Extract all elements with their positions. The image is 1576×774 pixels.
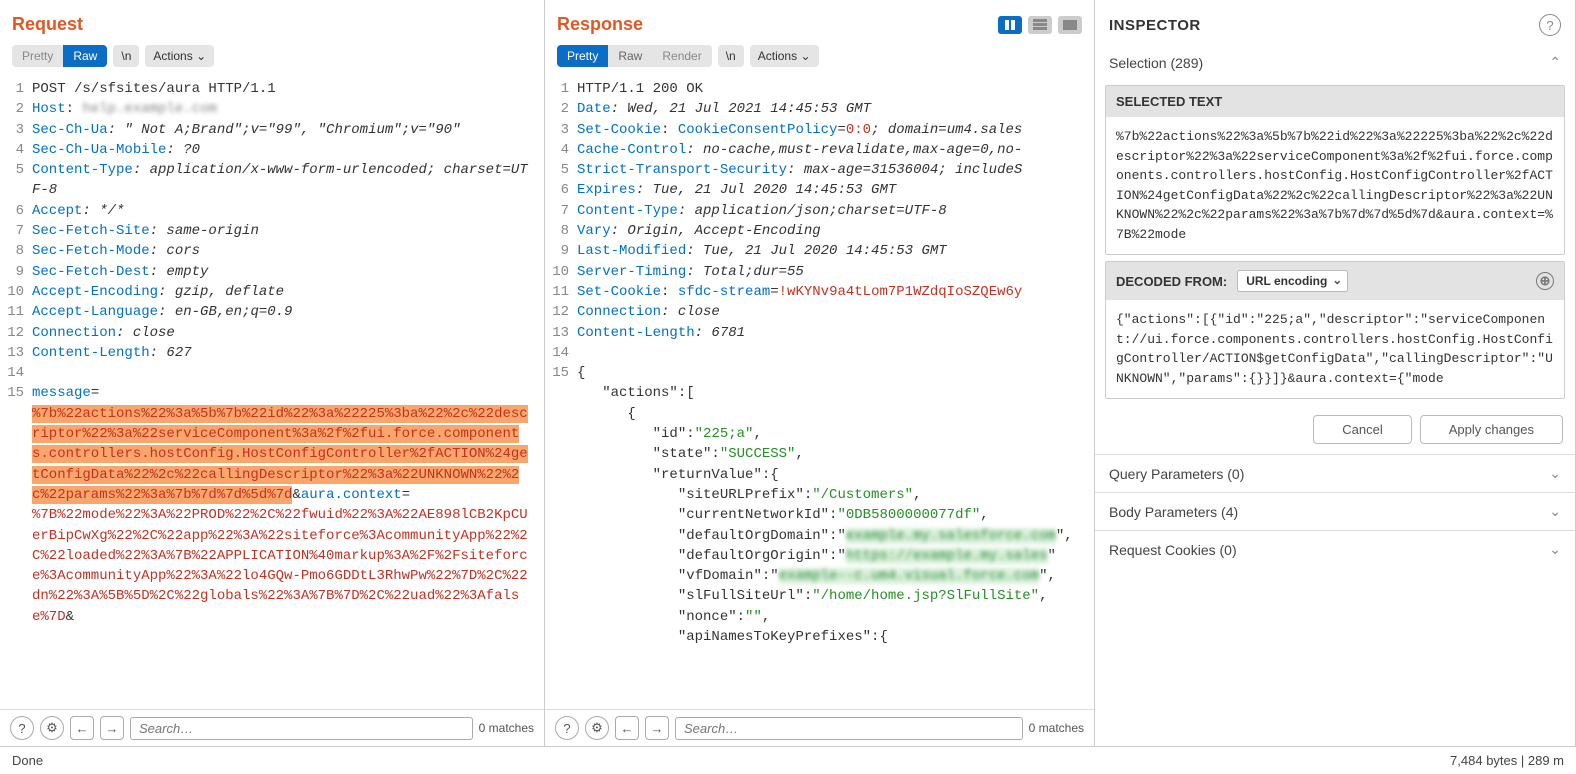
chevron-down-icon: ⌄ — [800, 49, 810, 63]
next-match-icon[interactable]: → — [645, 716, 669, 740]
actions-menu[interactable]: Actions ⌄ — [145, 45, 214, 67]
selected-text-header: SELECTED TEXT — [1106, 86, 1564, 117]
response-toolbar: Pretty Raw Render \n Actions ⌄ — [545, 45, 1094, 75]
help-icon[interactable]: ? — [10, 716, 34, 740]
tab-raw[interactable]: Raw — [608, 45, 652, 67]
match-count: 0 matches — [479, 721, 534, 735]
next-match-icon[interactable]: → — [100, 716, 124, 740]
response-code[interactable]: 1HTTP/1.1 200 OK2Date: Wed, 21 Jul 2021 … — [545, 75, 1094, 709]
gear-icon[interactable]: ⚙ — [40, 716, 64, 740]
newline-toggle[interactable]: \n — [113, 45, 139, 67]
status-left: Done — [12, 753, 43, 768]
actions-menu[interactable]: Actions ⌄ — [750, 45, 819, 67]
gear-icon[interactable]: ⚙ — [585, 716, 609, 740]
selection-label: Selection (289) — [1109, 55, 1203, 71]
tab-raw[interactable]: Raw — [63, 45, 107, 67]
inspector-title: INSPECTOR — [1109, 17, 1201, 34]
decoded-text-content[interactable]: {"actions":[{"id":"225;a","descriptor":"… — [1106, 300, 1564, 398]
response-panel: Response Pretty Raw Render \n Actions ⌄ … — [545, 0, 1095, 746]
chevron-down-icon: ⌄ — [1549, 465, 1561, 482]
decoded-from-label: DECODED FROM: — [1116, 274, 1227, 289]
search-input[interactable] — [130, 717, 473, 740]
selected-text-content[interactable]: %7b%22actions%22%3a%5b%7b%22id%22%3a%222… — [1106, 117, 1564, 254]
apply-button[interactable]: Apply changes — [1420, 415, 1563, 444]
request-code[interactable]: 1POST /s/sfsites/aura HTTP/1.12Host: hel… — [0, 75, 544, 709]
encoding-select[interactable]: URL encoding — [1237, 270, 1348, 292]
tab-render[interactable]: Render — [652, 45, 711, 67]
chevron-up-icon[interactable]: ⌃ — [1549, 54, 1561, 71]
cancel-button[interactable]: Cancel — [1313, 415, 1411, 444]
newline-toggle[interactable]: \n — [718, 45, 744, 67]
chevron-down-icon: ⌄ — [1549, 541, 1561, 558]
add-icon[interactable]: ⊕ — [1536, 272, 1554, 290]
layout-single-icon[interactable] — [1058, 16, 1082, 34]
request-toolbar: Pretty Raw \n Actions ⌄ — [0, 45, 544, 75]
layout-split-icon[interactable] — [998, 16, 1022, 34]
help-icon[interactable]: ? — [1539, 14, 1561, 36]
accordion-row[interactable]: Query Parameters (0)⌄ — [1095, 454, 1575, 492]
inspector-panel: INSPECTOR ? Selection (289) ⌃ SELECTED T… — [1095, 0, 1576, 746]
help-icon[interactable]: ? — [555, 716, 579, 740]
request-panel: Request Pretty Raw \n Actions ⌄ 1POST /s… — [0, 0, 545, 746]
layout-stack-icon[interactable] — [1028, 16, 1052, 34]
status-right: 7,484 bytes | 289 m — [1450, 753, 1564, 768]
prev-match-icon[interactable]: ← — [70, 716, 94, 740]
accordion-row[interactable]: Body Parameters (4)⌄ — [1095, 492, 1575, 530]
search-input[interactable] — [675, 717, 1023, 740]
status-bar: Done 7,484 bytes | 289 m — [0, 746, 1576, 774]
request-title: Request — [12, 14, 83, 35]
response-title: Response — [557, 14, 643, 35]
prev-match-icon[interactable]: ← — [615, 716, 639, 740]
chevron-down-icon: ⌄ — [196, 49, 206, 63]
tab-pretty[interactable]: Pretty — [12, 45, 63, 67]
chevron-down-icon: ⌄ — [1549, 503, 1561, 520]
tab-pretty[interactable]: Pretty — [557, 45, 608, 67]
match-count: 0 matches — [1029, 721, 1084, 735]
accordion-row[interactable]: Request Cookies (0)⌄ — [1095, 530, 1575, 568]
